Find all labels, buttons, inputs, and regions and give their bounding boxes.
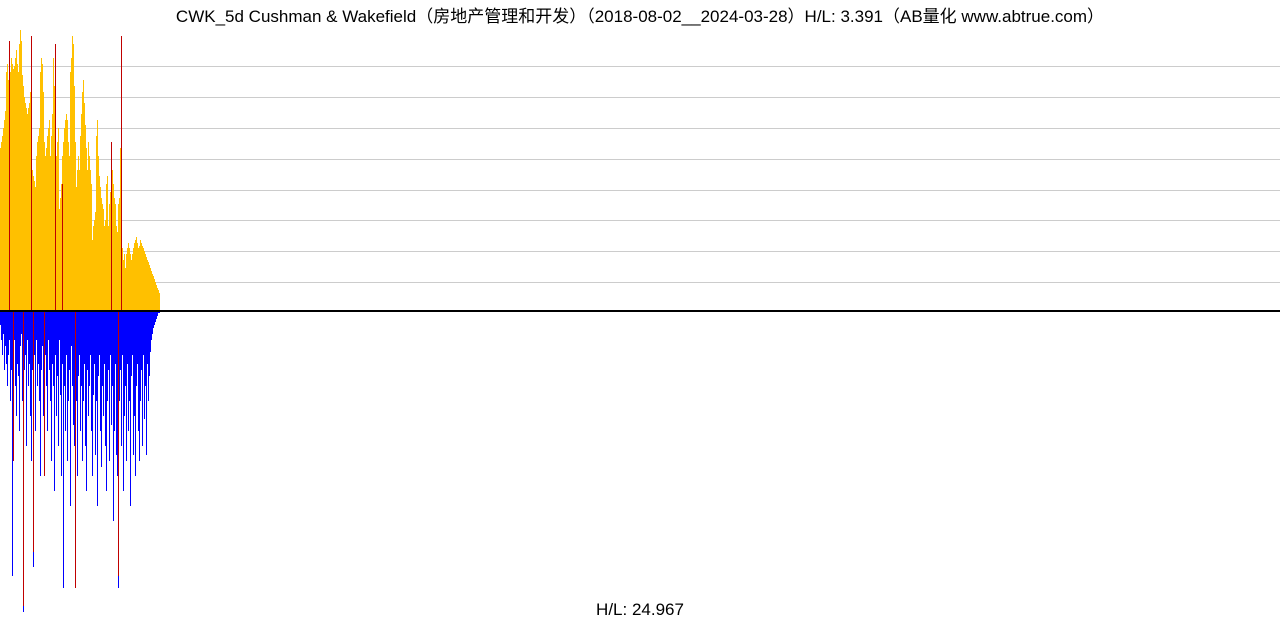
marker-bar [75, 310, 76, 588]
price-bar [159, 293, 160, 310]
marker-bar [55, 44, 56, 310]
marker-bar [44, 310, 45, 476]
marker-bar [62, 184, 63, 310]
chart-title: CWK_5d Cushman & Wakefield（房地产管理和开发）（201… [0, 2, 1280, 27]
marker-bar [33, 310, 34, 552]
marker-bar [23, 310, 24, 606]
lower-pane [0, 310, 1280, 612]
upper-pane [0, 30, 1280, 310]
marker-bar [31, 36, 32, 310]
marker-bar [13, 310, 14, 461]
footer-text: H/L: 24.967 [0, 600, 1280, 620]
marker-bar [9, 41, 10, 310]
chart-area [0, 30, 1280, 590]
marker-bar [118, 310, 119, 576]
marker-bar [121, 36, 122, 310]
baseline [0, 310, 1280, 312]
marker-bar [111, 142, 112, 310]
